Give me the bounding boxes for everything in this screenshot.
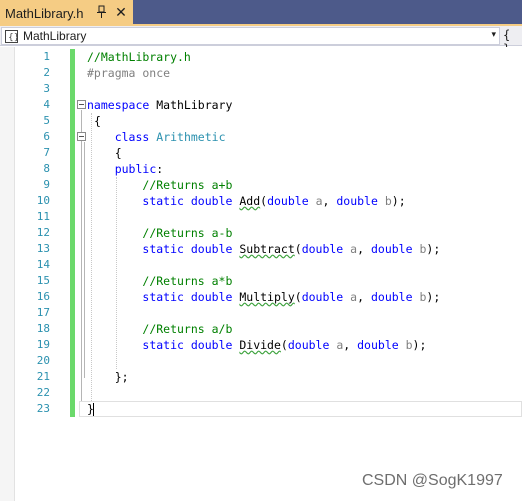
- tab-mathlibrary-h[interactable]: MathLibrary.h ✕: [0, 0, 133, 26]
- navigation-bar: {} MathLibrary ▾ { }: [0, 26, 522, 56]
- code-line-4: namespace MathLibrary: [87, 98, 233, 112]
- svg-text:{}: {}: [8, 33, 18, 43]
- outline-line-namespace: [81, 110, 82, 402]
- line-number: 14: [36, 258, 50, 271]
- line-number: 15: [36, 274, 50, 287]
- outline-line-class: [84, 142, 85, 378]
- line-number: 6: [43, 130, 50, 143]
- text-cursor: [93, 403, 94, 416]
- code-line-9: //Returns a+b: [142, 178, 233, 192]
- change-tracking-bar: [70, 49, 75, 417]
- line-number: 2: [43, 66, 50, 79]
- code-line-6: class Arithmetic: [114, 130, 226, 144]
- pin-icon[interactable]: [95, 5, 107, 19]
- code-line-10: static double Add(double a, double b);: [142, 194, 406, 208]
- namespace-icon: {}: [5, 30, 19, 43]
- code-line-8: public:: [114, 162, 164, 176]
- line-number: 1: [43, 50, 50, 63]
- line-number: 8: [43, 162, 50, 175]
- code-line-23: }: [87, 402, 94, 416]
- code-line-18: //Returns a/b: [142, 322, 233, 336]
- line-number: 11: [36, 210, 50, 223]
- scope-dropdown[interactable]: {} MathLibrary ▾: [1, 27, 500, 45]
- line-number: 21: [36, 370, 50, 383]
- code-line-13: static double Subtract(double a, double …: [142, 242, 441, 256]
- indicator-margin: [0, 47, 15, 501]
- line-number: 7: [43, 146, 50, 159]
- line-numbers: 1 2 3 4 5 6 7 8 9 10 11 12 13 14 15 16 17 18 19 20 21 22 23: [16, 49, 50, 417]
- line-number: 3: [43, 82, 50, 95]
- code-editor[interactable]: 1 2 3 4 5 6 7 8 9 10 11 12 13 14 15 16 17 18 19 20 21 22 23 //…: [0, 47, 522, 501]
- line-number: 4: [43, 98, 50, 111]
- line-number: 9: [43, 178, 50, 191]
- line-number: 23: [36, 402, 50, 415]
- line-number: 20: [36, 354, 50, 367]
- line-number: 5: [43, 114, 50, 127]
- tab-strip: MathLibrary.h ✕: [0, 0, 522, 26]
- code-line-1: //MathLibrary.h: [87, 50, 191, 64]
- watermark: CSDN @SogK1997: [362, 472, 503, 489]
- code-line-2: #pragma once: [87, 66, 171, 80]
- code-text[interactable]: //MathLibrary.h #pragma once namespace M…: [87, 49, 440, 417]
- collapse-namespace-icon[interactable]: [77, 100, 86, 109]
- code-line-12: //Returns a-b: [142, 226, 233, 240]
- code-line-15: //Returns a*b: [142, 274, 233, 288]
- tab-title: MathLibrary.h: [5, 6, 84, 21]
- line-number: 17: [36, 306, 50, 319]
- close-icon[interactable]: ✕: [114, 4, 128, 20]
- line-number: 19: [36, 338, 50, 351]
- chevron-down-icon[interactable]: ▾: [491, 29, 496, 40]
- line-number: 18: [36, 322, 50, 335]
- scope-label: MathLibrary: [23, 29, 87, 43]
- code-line-7: {: [114, 146, 122, 160]
- code-line-16: static double Multiply(double a, double …: [142, 290, 441, 304]
- code-line-19: static double Divide(double a, double b)…: [142, 338, 427, 352]
- line-number: 13: [36, 242, 50, 255]
- line-number: 12: [36, 226, 50, 239]
- line-number: 22: [36, 386, 50, 399]
- line-number: 10: [36, 194, 50, 207]
- code-line-5: {: [93, 114, 101, 128]
- line-number: 16: [36, 290, 50, 303]
- code-line-21: };: [114, 370, 129, 384]
- collapse-class-icon[interactable]: [77, 132, 86, 141]
